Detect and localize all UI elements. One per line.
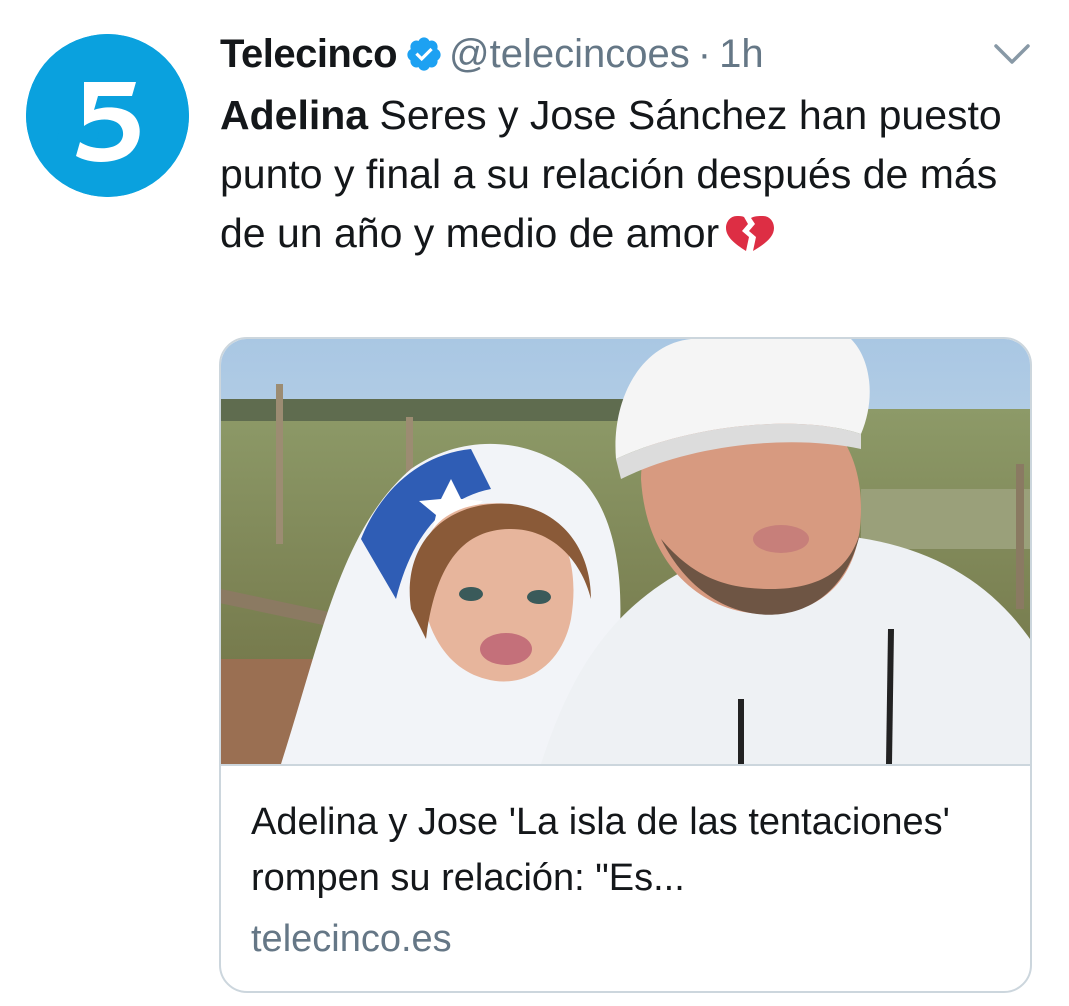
- author-name[interactable]: Telecinco: [220, 32, 398, 77]
- telecinco-logo-icon: [26, 34, 189, 197]
- link-preview-card[interactable]: Adelina y Jose 'La isla de las tentacion…: [219, 337, 1032, 993]
- tweet-header: Telecinco @telecincoes · 1h: [220, 26, 764, 82]
- chevron-down-icon: [994, 44, 1030, 64]
- separator-dot: ·: [697, 31, 712, 76]
- author-avatar[interactable]: [26, 34, 189, 197]
- card-domain[interactable]: telecinco.es: [251, 918, 452, 961]
- tweet-timestamp[interactable]: 1h: [719, 32, 764, 77]
- tweet-menu-button[interactable]: [988, 36, 1036, 72]
- tweet-text: Adelina Seres y Jose Sánchez han puesto …: [220, 86, 1020, 263]
- card-image[interactable]: [221, 339, 1030, 766]
- broken-heart-icon: [725, 213, 775, 253]
- tweet-text-highlight[interactable]: Adelina: [220, 92, 368, 138]
- author-handle[interactable]: @telecincoes: [449, 32, 690, 77]
- verified-badge-icon: [405, 35, 443, 73]
- card-title[interactable]: Adelina y Jose 'La isla de las tentacion…: [251, 794, 1011, 906]
